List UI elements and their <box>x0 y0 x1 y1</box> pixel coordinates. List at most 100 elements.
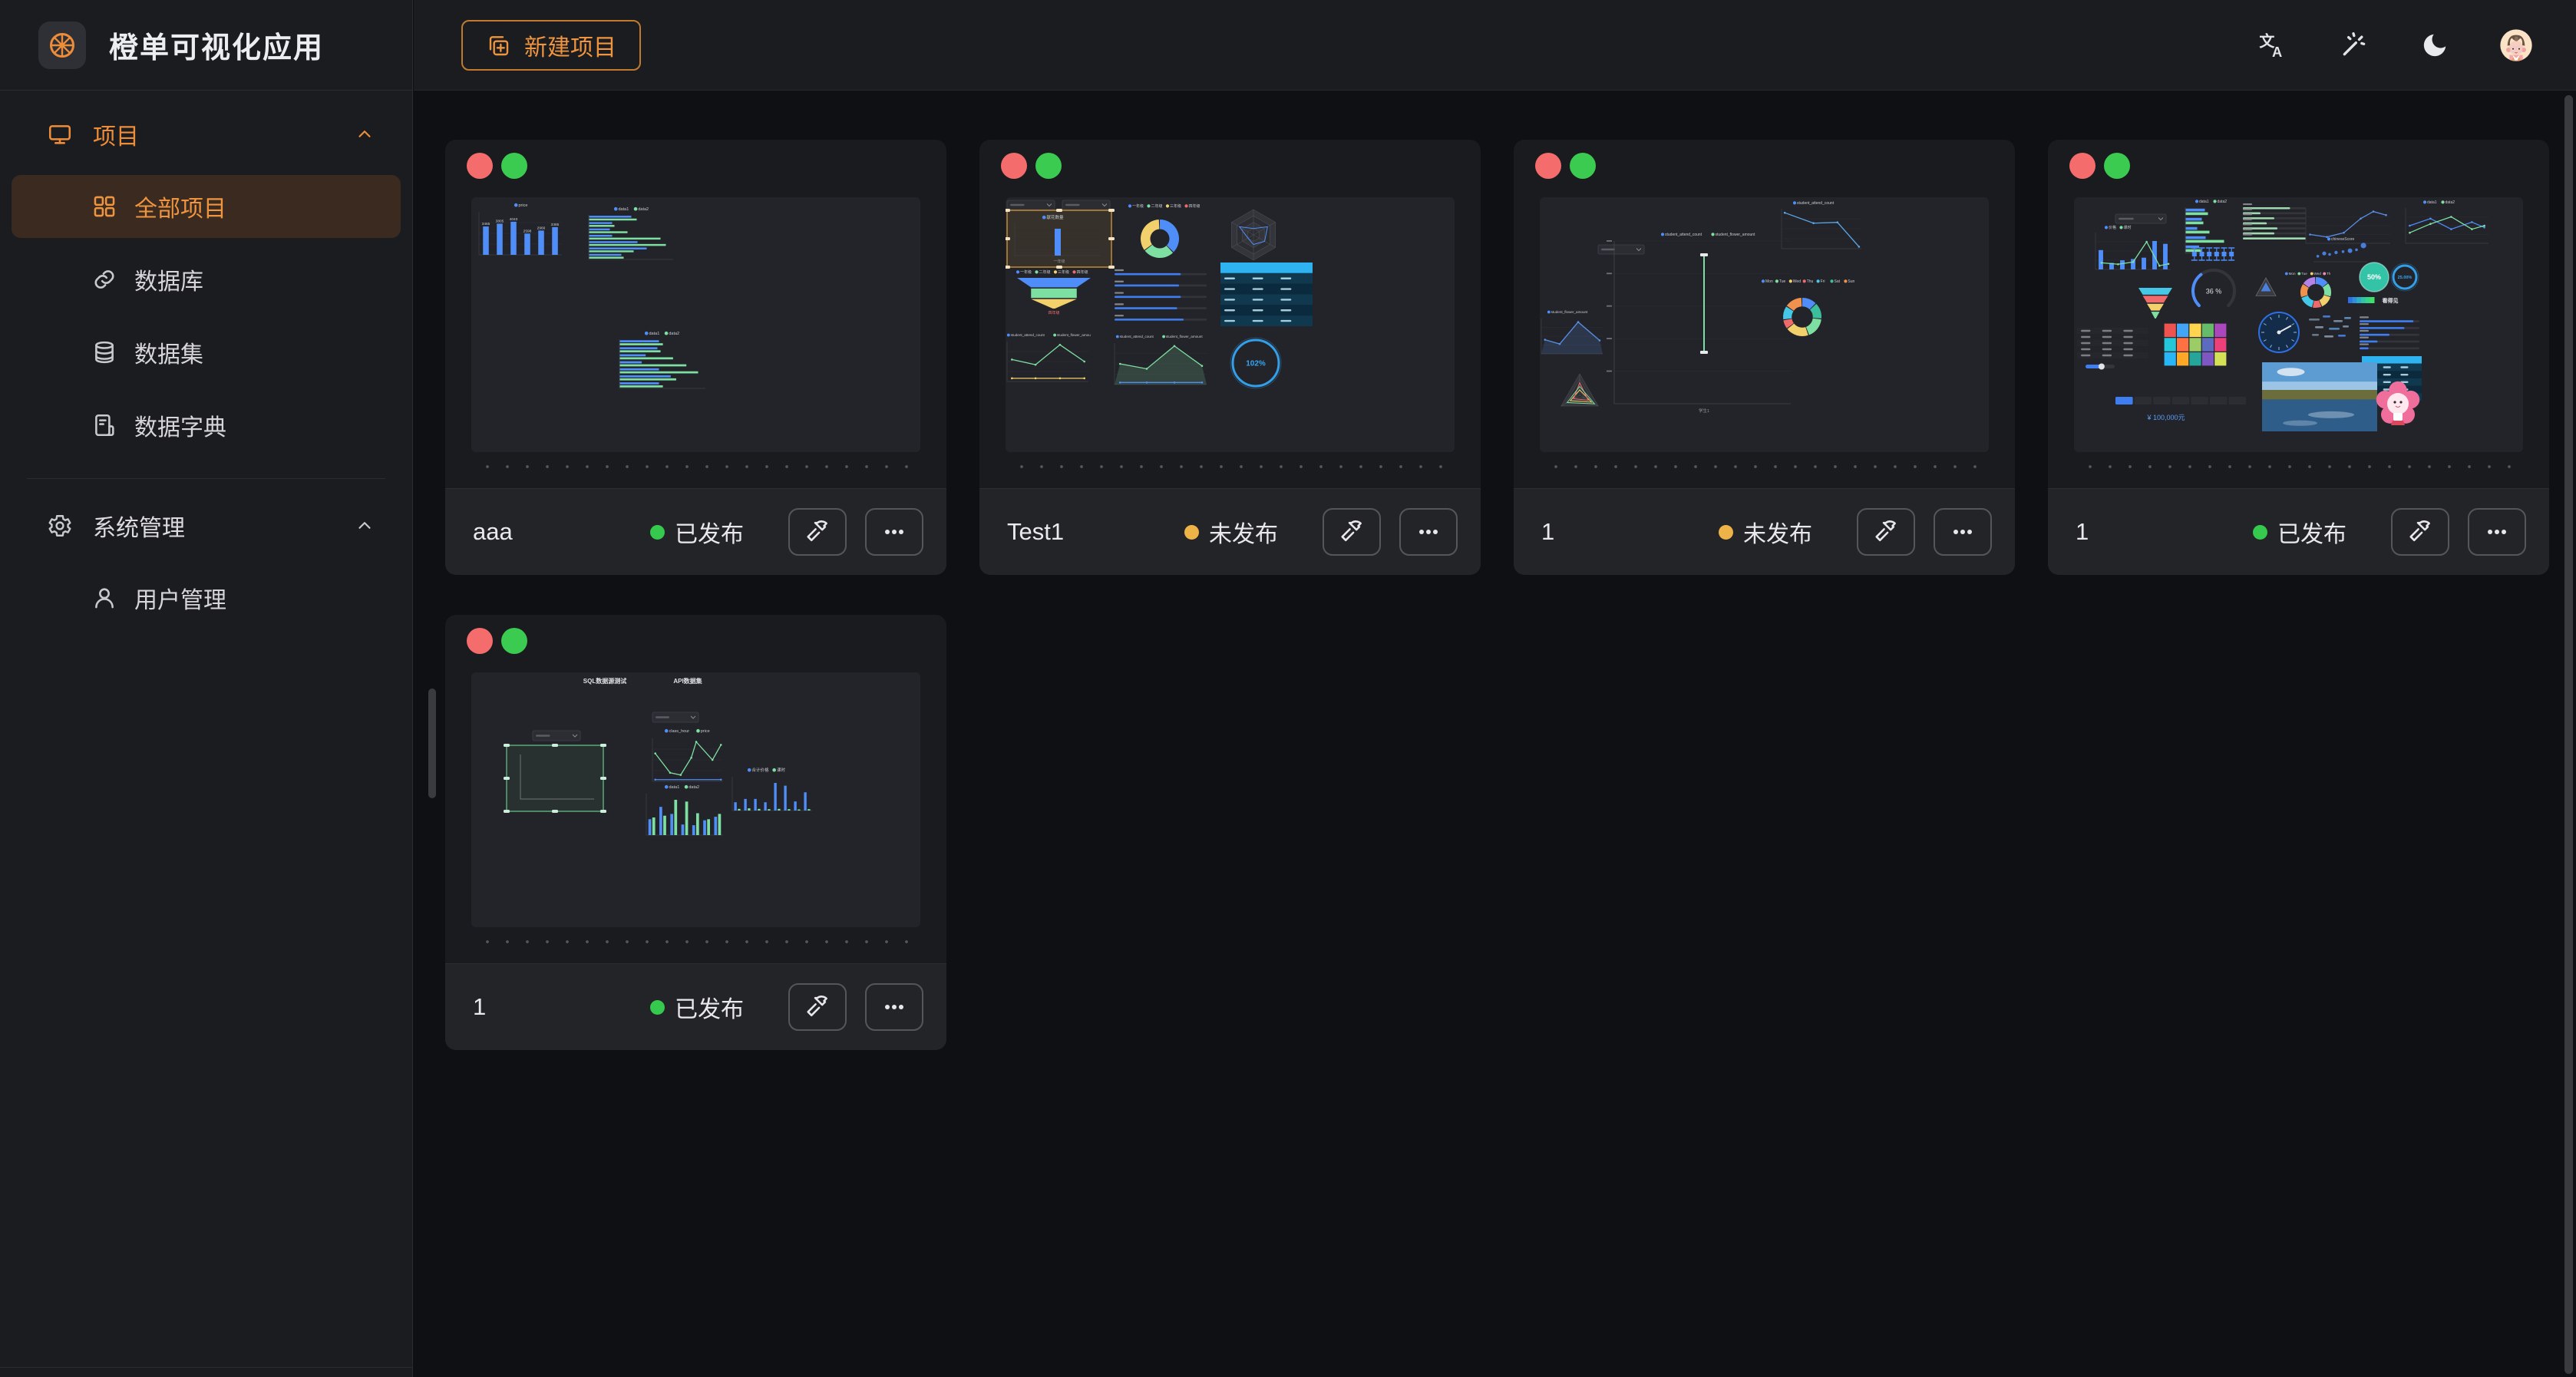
svg-text:四年级: 四年级 <box>1077 269 1088 275</box>
svg-text:A: A <box>2272 44 2282 60</box>
hammer-icon <box>2406 518 2434 546</box>
green-dot <box>1035 153 1062 179</box>
topbar: 新建项目 文 A <box>414 0 2576 91</box>
project-card[interactable]: 献花数量一年级一年级二年级三年级四年级四年级一年级二年级三年级四年级studen… <box>979 140 1481 575</box>
hammer-icon <box>1338 518 1366 546</box>
sidebar-item-user-management[interactable]: 用户管理 <box>12 566 401 629</box>
menu-group-system[interactable]: 系统管理 <box>12 502 401 550</box>
project-title: 1 <box>1541 518 1719 546</box>
status-badge: 已发布 <box>650 990 744 1024</box>
svg-text:4043: 4043 <box>510 217 518 222</box>
thumbnail-charts: 献花数量一年级一年级二年级三年级四年级四年级一年级二年级三年级四年级studen… <box>1006 197 1455 452</box>
thumbnail-charts: student_attend_countstudent_attend_count… <box>1540 197 1989 452</box>
project-card[interactable]: price346538054043259829663385data1data2d… <box>445 140 946 575</box>
more-button[interactable] <box>1399 508 1458 556</box>
svg-text:Fri: Fri <box>1821 279 1825 284</box>
dotted-divider <box>1540 465 1989 468</box>
menu-group-projects[interactable]: 项目 <box>12 111 401 158</box>
project-title: 1 <box>2076 518 2253 546</box>
sidebar-item-label: 数据字典 <box>134 408 226 442</box>
svg-text:chineseScore: chineseScore <box>2331 237 2355 242</box>
sidebar-item-data-dictionary[interactable]: 数据字典 <box>12 394 401 457</box>
svg-text:Wed: Wed <box>1793 279 1801 284</box>
svg-text:Mon: Mon <box>2289 272 2296 276</box>
sidebar-item-label: 数据集 <box>134 335 203 369</box>
svg-text:data2: data2 <box>638 207 649 212</box>
project-card-grid: price346538054043259829663385data1data2d… <box>414 91 2576 1050</box>
svg-text:2966: 2966 <box>537 226 546 230</box>
status-label: 已发布 <box>2277 515 2346 549</box>
svg-text:data2: data2 <box>669 332 679 336</box>
svg-text:四年级: 四年级 <box>1189 203 1200 209</box>
green-dot <box>501 628 527 654</box>
user-icon <box>91 585 117 611</box>
status-label: 已发布 <box>675 990 744 1024</box>
edit-button[interactable] <box>788 508 847 556</box>
project-thumbnail: SQL数据源测试API数据集class_hourpricedata1data2合… <box>471 672 920 927</box>
project-card[interactable]: 价格课时data1data2data1data236 %MonTueWedThc… <box>2048 140 2549 575</box>
main-scrollbar-thumb[interactable] <box>2564 95 2573 1374</box>
more-button[interactable] <box>865 983 923 1031</box>
project-title: aaa <box>473 518 650 546</box>
project-thumbnail: 价格课时data1data2data1data236 %MonTueWedThc… <box>2074 197 2523 452</box>
status-dot <box>650 525 665 540</box>
svg-text:student_attend_count: student_attend_count <box>1120 335 1154 338</box>
sidebar-item-label: 全部项目 <box>134 190 226 223</box>
svg-text:student_flower_amount: student_flower_amount <box>1166 335 1203 338</box>
app-logo <box>38 21 86 69</box>
edit-button[interactable] <box>2391 508 2449 556</box>
svg-text:看得见: 看得见 <box>2383 297 2399 304</box>
user-avatar[interactable] <box>2499 28 2533 62</box>
svg-text:Th: Th <box>2327 272 2331 276</box>
more-button[interactable] <box>1934 508 1992 556</box>
monitor-icon <box>47 121 73 147</box>
status-badge: 未发布 <box>1719 515 1812 549</box>
project-thumbnail: price346538054043259829663385data1data2d… <box>471 197 920 452</box>
svg-text:课时: 课时 <box>777 767 786 773</box>
svg-text:student_attend_count: student_attend_count <box>1665 233 1702 237</box>
dark-mode-button[interactable] <box>2418 28 2452 62</box>
edit-button[interactable] <box>788 983 847 1031</box>
svg-text:API数据集: API数据集 <box>673 677 702 685</box>
more-button[interactable] <box>865 508 923 556</box>
svg-text:36 %: 36 % <box>2206 288 2222 296</box>
status-dot <box>1184 525 1199 540</box>
svg-text:data1: data1 <box>649 332 660 336</box>
menu-group-label: 系统管理 <box>93 509 335 543</box>
copy-plus-icon <box>486 33 510 58</box>
main-area: 新建项目 文 A <box>414 0 2576 1377</box>
app-header: 橙单可视化应用 <box>0 0 412 91</box>
more-button[interactable] <box>2468 508 2526 556</box>
svg-text:data2: data2 <box>2446 200 2455 205</box>
svg-text:25.00%: 25.00% <box>2398 276 2413 280</box>
edit-button[interactable] <box>1323 508 1381 556</box>
svg-text:data2: data2 <box>2218 200 2228 204</box>
sidebar-item-database[interactable]: 数据库 <box>12 248 401 311</box>
dotted-divider <box>1006 465 1455 468</box>
svg-text:50%: 50% <box>2367 273 2381 281</box>
red-dot <box>1535 153 1561 179</box>
new-project-button[interactable]: 新建项目 <box>461 20 641 71</box>
sidebar-item-dataset[interactable]: 数据集 <box>12 321 401 384</box>
chevron-up-icon <box>355 124 375 144</box>
sidebar-item-all-projects[interactable]: 全部项目 <box>12 175 401 238</box>
status-dot <box>650 1000 665 1015</box>
hammer-icon <box>1872 518 1900 546</box>
svg-text:Sun: Sun <box>1848 279 1854 284</box>
edit-button[interactable] <box>1857 508 1915 556</box>
green-dot <box>2104 153 2130 179</box>
topbar-actions: 文 A <box>2255 28 2533 62</box>
sidebar-item-label: 数据库 <box>134 263 203 296</box>
svg-text:data1: data1 <box>2427 200 2437 205</box>
svg-text:Wed: Wed <box>2314 272 2322 276</box>
svg-text:一年级: 一年级 <box>1132 203 1144 209</box>
project-card[interactable]: student_attend_countstudent_attend_count… <box>1514 140 2015 575</box>
language-button[interactable]: 文 A <box>2255 28 2289 62</box>
svg-text:student_flower_amount: student_flower_amount <box>1716 233 1756 237</box>
project-card[interactable]: SQL数据源测试API数据集class_hourpricedata1data2合… <box>445 615 946 1050</box>
svg-text:Tue: Tue <box>1779 279 1786 284</box>
ellipsis-icon <box>880 518 908 546</box>
theme-skin-button[interactable] <box>2337 28 2370 62</box>
svg-text:一年级: 一年级 <box>1053 259 1065 264</box>
sidebar: 橙单可视化应用 项目 全部项目 数据库 <box>0 0 413 1377</box>
